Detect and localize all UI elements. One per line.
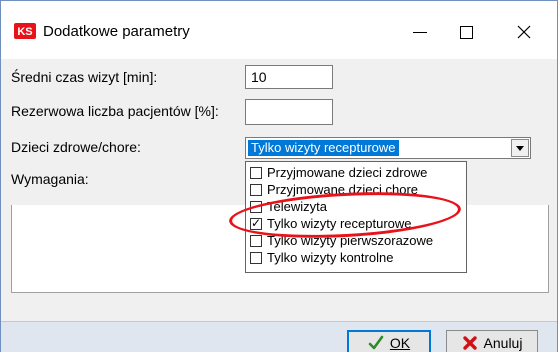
cancel-label: Anuluj bbox=[483, 335, 523, 351]
list-item[interactable]: Tylko wizyty kontrolne bbox=[246, 249, 466, 266]
visit-time-label: Średni czas wizyt [min]: bbox=[11, 69, 158, 85]
cancel-button[interactable]: Anuluj bbox=[446, 330, 538, 352]
checkmark-icon bbox=[368, 335, 384, 350]
reserve-label: Rezerwowa liczba pacjentów [%]: bbox=[11, 103, 219, 119]
close-button[interactable] bbox=[501, 15, 547, 49]
ok-label: OK bbox=[389, 335, 411, 351]
children-selected-value: Tylko wizyty recepturowe bbox=[248, 140, 399, 156]
checkbox[interactable] bbox=[250, 234, 262, 247]
close-icon bbox=[517, 25, 531, 39]
reserve-input[interactable] bbox=[245, 99, 333, 125]
list-item-label: Tylko wizyty kontrolne bbox=[267, 250, 394, 265]
minimize-button[interactable] bbox=[397, 15, 443, 49]
requirements-label: Wymagania: bbox=[11, 171, 89, 187]
list-item-label: Przyjmowane dzieci zdrowe bbox=[267, 165, 428, 180]
dropdown-toggle-button[interactable] bbox=[511, 139, 529, 157]
minimize-icon bbox=[413, 31, 427, 33]
title-bar: KS Dodatkowe parametry bbox=[1, 1, 557, 59]
cancel-x-icon bbox=[462, 336, 477, 350]
visit-time-input[interactable]: 10 bbox=[245, 65, 333, 89]
dialog-window: KS Dodatkowe parametry Średni czas wizyt… bbox=[0, 0, 558, 352]
chevron-down-icon bbox=[516, 145, 524, 151]
checkbox[interactable] bbox=[250, 183, 262, 196]
list-item[interactable]: Przyjmowane dzieci zdrowe bbox=[246, 164, 466, 181]
maximize-icon bbox=[459, 25, 473, 39]
button-bar: OK Anuluj bbox=[1, 321, 557, 352]
ok-button[interactable]: OK bbox=[347, 330, 431, 352]
children-label: Dzieci zdrowe/chore: bbox=[11, 139, 141, 155]
logo-text: KS bbox=[17, 26, 32, 38]
children-select[interactable]: Tylko wizyty recepturowe bbox=[245, 137, 531, 159]
maximize-button[interactable] bbox=[443, 15, 489, 49]
window-title: Dodatkowe parametry bbox=[43, 23, 190, 40]
checkbox[interactable] bbox=[250, 251, 262, 264]
checkbox[interactable] bbox=[250, 166, 262, 179]
app-logo-icon: KS bbox=[14, 23, 36, 39]
